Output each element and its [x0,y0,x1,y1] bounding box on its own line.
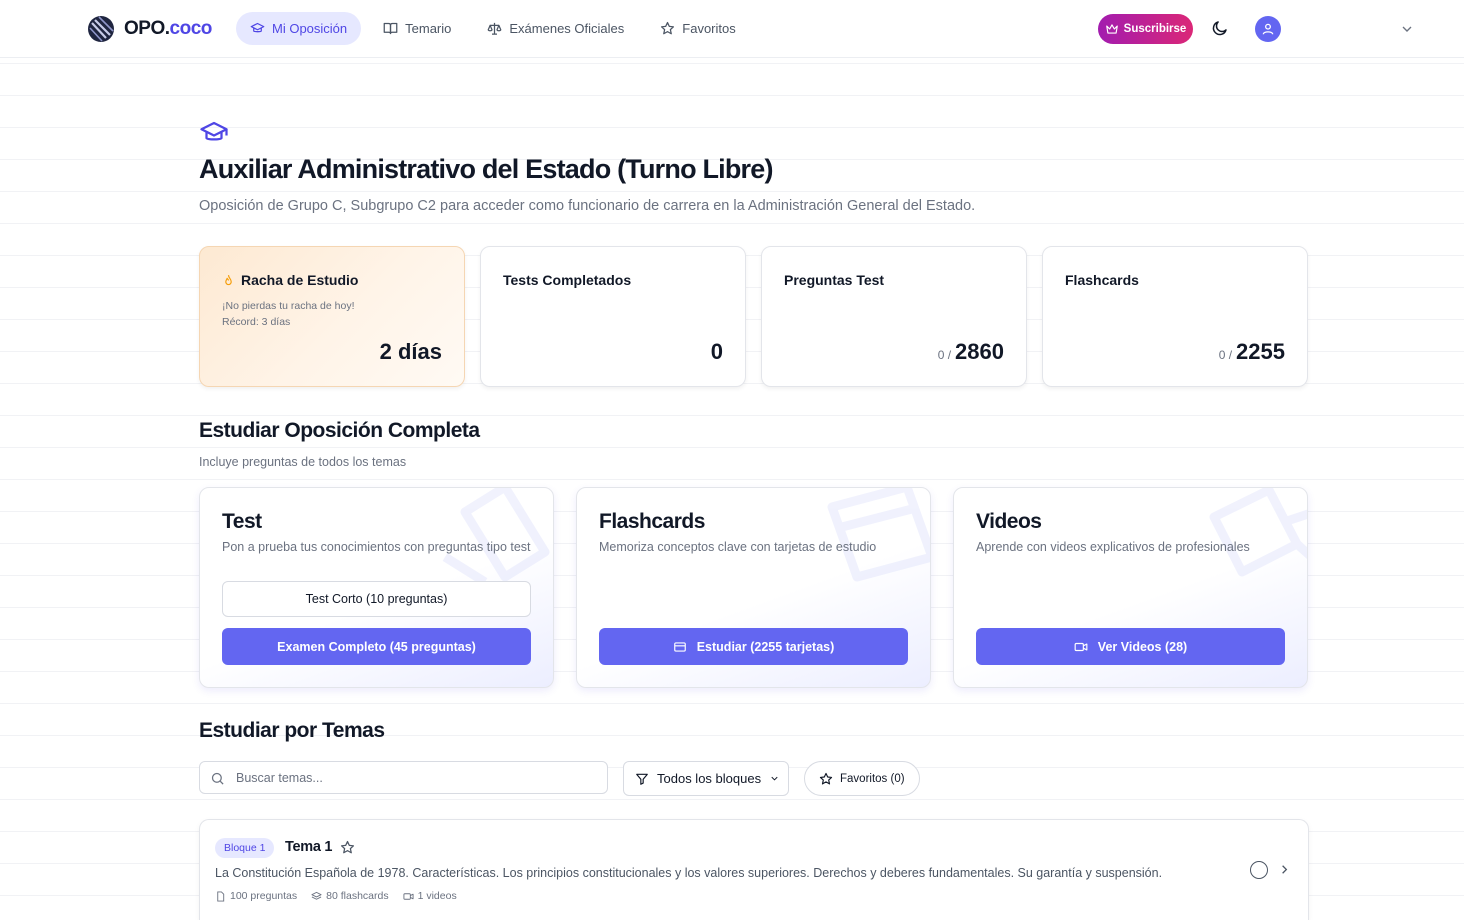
nav-favoritos[interactable]: Favoritos [646,12,749,45]
mode-card-test: Test Pon a prueba tus conocimientos con … [199,487,554,688]
mode-title: Flashcards [599,510,705,533]
crown-icon [1105,24,1118,34]
stat-title: Racha de Estudio [222,272,358,288]
nav-label: Temario [405,21,452,36]
logo-text: OPO.coco [124,18,212,39]
search-input[interactable] [236,762,596,793]
meta-text: 1 videos [417,890,457,902]
button-label: Examen Completo (45 preguntas) [277,639,476,654]
star-icon [819,772,833,784]
full-exam-button[interactable]: Examen Completo (45 preguntas) [222,628,531,665]
mode-card-videos: Videos Aprende con videos explicativos d… [953,487,1308,688]
subscribe-label: Suscribirse [1123,23,1187,35]
stat-card-streak: Racha de Estudio ¡No pierdas tu racha de… [199,246,465,387]
user-avatar[interactable] [1255,16,1281,42]
questions-value: 2860 [955,339,1004,364]
page-title: Auxiliar Administrativo del Estado (Turn… [199,154,773,184]
stat-card-questions: Preguntas Test 0 /2860 [761,246,1027,387]
scale-icon [488,22,502,35]
stat-value: 0 [711,339,723,365]
file-icon [217,890,225,902]
nav-label: Favoritos [682,21,736,36]
layers-icon [311,891,322,900]
button-label: Ver Videos (28) [1097,639,1188,654]
short-test-button[interactable]: Test Corto (10 preguntas) [222,581,531,617]
meta-questions: 100 preguntas [215,890,297,902]
stat-title: Preguntas Test [784,272,885,288]
button-label: Estudiar (2255 tarjetas) [696,639,835,654]
stat-value: 2 días [380,339,442,365]
meta-text: 100 preguntas [230,890,298,902]
nav-label: Exámenes Oficiales [509,21,625,36]
nav-label: Mi Oposición [272,21,348,36]
topic-search [199,761,608,794]
graduation-cap-icon [200,121,228,141]
mode-desc: Memoriza conceptos clave con tarjetas de… [599,540,877,554]
filter-icon [636,773,648,785]
tests-value: 0 [710,339,723,364]
mode-desc: Pon a prueba tus conocimientos con pregu… [222,540,531,554]
meta-videos: 1 videos [403,890,457,902]
video-camera-icon [1074,642,1088,651]
video-camera-icon [403,892,414,900]
page-subtitle: Oposición de Grupo C, Subgrupo C2 para a… [199,198,976,214]
favorite-star-icon[interactable] [340,840,355,855]
flame-icon [225,274,232,285]
flashcards-value: 2255 [1236,339,1285,364]
subscribe-button[interactable]: Suscribirse [1098,14,1193,44]
filter-label: Todos los bloques [657,771,762,786]
topic-meta: 100 preguntas 80 flashcards 1 videos [215,890,457,902]
stat-title-text: Racha de Estudio [241,272,359,288]
chevron-down-icon [771,776,778,781]
graduation-cap-icon [250,22,265,33]
topic-description: La Constitución Española de 1978. Caract… [215,866,1163,880]
meta-flashcards: 80 flashcards [311,890,389,902]
flashcards-prefix: 0 / [1218,348,1233,362]
mode-title: Test [222,510,262,533]
mode-title: Videos [976,510,1042,533]
mode-card-flashcards: Flashcards Memoriza conceptos clave con … [576,487,931,688]
streak-value: 2 días [379,339,442,364]
view-videos-button[interactable]: Ver Videos (28) [976,628,1285,665]
section-title-topics: Estudiar por Temas [199,719,385,742]
questions-prefix: 0 / [937,348,952,362]
stat-value: 0 /2860 [938,339,1004,365]
main-nav: Mi Oposición Temario Exámenes Oficiales … [236,12,750,45]
topic-title: Tema 1 [285,839,333,855]
top-navbar: OPO.coco Mi Oposición Temario Exámenes O… [0,0,1464,58]
star-icon [661,21,675,35]
stat-value: 0 /2255 [1219,339,1285,365]
user-icon [1262,23,1274,35]
favorites-filter-button[interactable]: Favoritos (0) [804,761,920,796]
search-icon [211,772,224,785]
mode-desc: Aprende con videos explicativos de profe… [976,540,1250,554]
moon-icon[interactable] [1211,19,1229,37]
topic-card[interactable]: Bloque 1 Tema 1 La Constitución Española… [199,819,1309,920]
completion-circle-icon[interactable] [1250,861,1268,879]
nav-examenes-oficiales[interactable]: Exámenes Oficiales [473,12,638,45]
meta-text: 80 flashcards [326,890,389,902]
block-filter-dropdown[interactable]: Todos los bloques [623,761,789,796]
stat-card-flashcards: Flashcards 0 /2255 [1042,246,1308,387]
streak-note: ¡No pierdas tu racha de hoy! [222,300,355,312]
section-subtitle-full: Incluye preguntas de todos los temas [199,455,407,469]
streak-record: Récord: 3 días [222,316,291,328]
study-flashcards-button[interactable]: Estudiar (2255 tarjetas) [599,628,908,665]
nav-temario[interactable]: Temario [369,12,465,45]
favorites-label: Favoritos (0) [840,772,905,785]
chevron-right-icon[interactable] [1277,862,1292,877]
block-badge: Bloque 1 [215,838,275,858]
stat-card-tests: Tests Completados 0 [480,246,746,387]
stat-title: Tests Completados [503,272,632,288]
credit-card-icon [673,641,686,652]
chevron-down-icon[interactable] [1399,21,1415,37]
nav-mi-oposicion[interactable]: Mi Oposición [236,12,362,45]
logo[interactable]: OPO.coco [86,14,212,44]
section-title-full: Estudiar Oposición Completa [199,419,480,442]
stat-title: Flashcards [1065,272,1139,288]
logo-icon [88,16,114,42]
book-icon [383,22,398,35]
